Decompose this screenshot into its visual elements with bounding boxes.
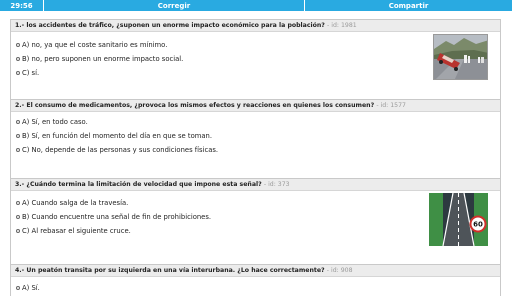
answer-list: A) no, ya que el coste sanitario es míni… <box>16 38 416 80</box>
question-header: 2.- El consumo de medicamentos, ¿provoca… <box>11 100 500 112</box>
answer-list: A) Sí. <box>16 281 416 295</box>
answer-list: A) Cuando salga de la travesía. B) Cuand… <box>16 196 416 238</box>
share-button[interactable]: Compartir <box>305 0 512 12</box>
radio-button[interactable] <box>16 286 20 290</box>
question-title: 1.- los accidentes de tráfico, ¿suponen … <box>15 22 325 29</box>
answer-text: A) no, ya que el coste sanitario es míni… <box>22 41 168 49</box>
answer-option[interactable]: A) Cuando salga de la travesía. <box>16 196 416 210</box>
car-accident-photo <box>433 34 488 80</box>
road-illustration: 60 <box>429 193 488 246</box>
question-title: 4.- Un peatón transita por su izquierda … <box>15 267 325 274</box>
question-id: - id: 1577 <box>376 102 406 109</box>
answer-option[interactable]: A) no, ya que el coste sanitario es míni… <box>16 38 416 52</box>
radio-button[interactable] <box>16 148 20 152</box>
radio-button[interactable] <box>16 215 20 219</box>
answer-option[interactable]: B) Sí, en función del momento del día en… <box>16 129 416 143</box>
answer-text: C) No, depende de las personas y sus con… <box>22 146 219 154</box>
answer-option[interactable]: A) Sí. <box>16 281 416 295</box>
radio-button[interactable] <box>16 43 20 47</box>
question-card: 3.- ¿Cuándo termina la limitación de vel… <box>10 178 501 265</box>
question-header: 3.- ¿Cuándo termina la limitación de vel… <box>11 179 500 191</box>
timer-display: 29:56 <box>0 0 44 12</box>
answer-option[interactable]: C) Al rebasar el siguiente cruce. <box>16 224 416 238</box>
answer-list: A) Sí, en todo caso. B) Sí, en función d… <box>16 115 416 157</box>
answer-text: B) no, pero suponen un enorme impacto so… <box>22 55 184 63</box>
test-content[interactable]: 1.- los accidentes de tráfico, ¿suponen … <box>0 12 512 296</box>
answer-text: A) Sí, en todo caso. <box>22 118 88 126</box>
car-accident-illustration <box>434 35 487 79</box>
question-id: - id: 1981 <box>327 22 357 29</box>
radio-button[interactable] <box>16 120 20 124</box>
answer-text: B) Cuando encuentre una señal de fin de … <box>22 213 212 221</box>
answer-option[interactable]: A) Sí, en todo caso. <box>16 115 416 129</box>
answer-text: C) Al rebasar el siguiente cruce. <box>22 227 131 235</box>
question-header: 1.- los accidentes de tráfico, ¿suponen … <box>11 20 500 32</box>
answer-option[interactable]: B) Cuando encuentre una señal de fin de … <box>16 210 416 224</box>
answer-option[interactable]: B) no, pero suponen un enorme impacto so… <box>16 52 416 66</box>
answer-text: B) Sí, en función del momento del día en… <box>22 132 212 140</box>
radio-button[interactable] <box>16 57 20 61</box>
answer-text: C) sí. <box>22 69 40 77</box>
answer-text: A) Cuando salga de la travesía. <box>22 199 129 207</box>
question-title: 3.- ¿Cuándo termina la limitación de vel… <box>15 181 262 188</box>
answer-option[interactable]: C) sí. <box>16 66 416 80</box>
radio-button[interactable] <box>16 201 20 205</box>
radio-button[interactable] <box>16 229 20 233</box>
question-id: - id: 908 <box>326 267 353 274</box>
question-header: 4.- Un peatón transita por su izquierda … <box>11 265 500 277</box>
answer-option[interactable]: C) No, depende de las personas y sus con… <box>16 143 416 157</box>
question-id: - id: 373 <box>263 181 290 188</box>
question-card: 1.- los accidentes de tráfico, ¿suponen … <box>10 19 501 100</box>
sign-value: 60 <box>473 221 483 229</box>
answer-text: A) Sí. <box>22 284 40 292</box>
radio-button[interactable] <box>16 71 20 75</box>
check-button[interactable]: Corregir <box>44 0 305 12</box>
top-toolbar: 29:56 Corregir Compartir <box>0 0 512 12</box>
question-card: 4.- Un peatón transita por su izquierda … <box>10 264 501 296</box>
road-speed-limit-sign: 60 <box>429 193 488 246</box>
radio-button[interactable] <box>16 134 20 138</box>
question-card: 2.- El consumo de medicamentos, ¿provoca… <box>10 99 501 179</box>
question-title: 2.- El consumo de medicamentos, ¿provoca… <box>15 102 375 109</box>
